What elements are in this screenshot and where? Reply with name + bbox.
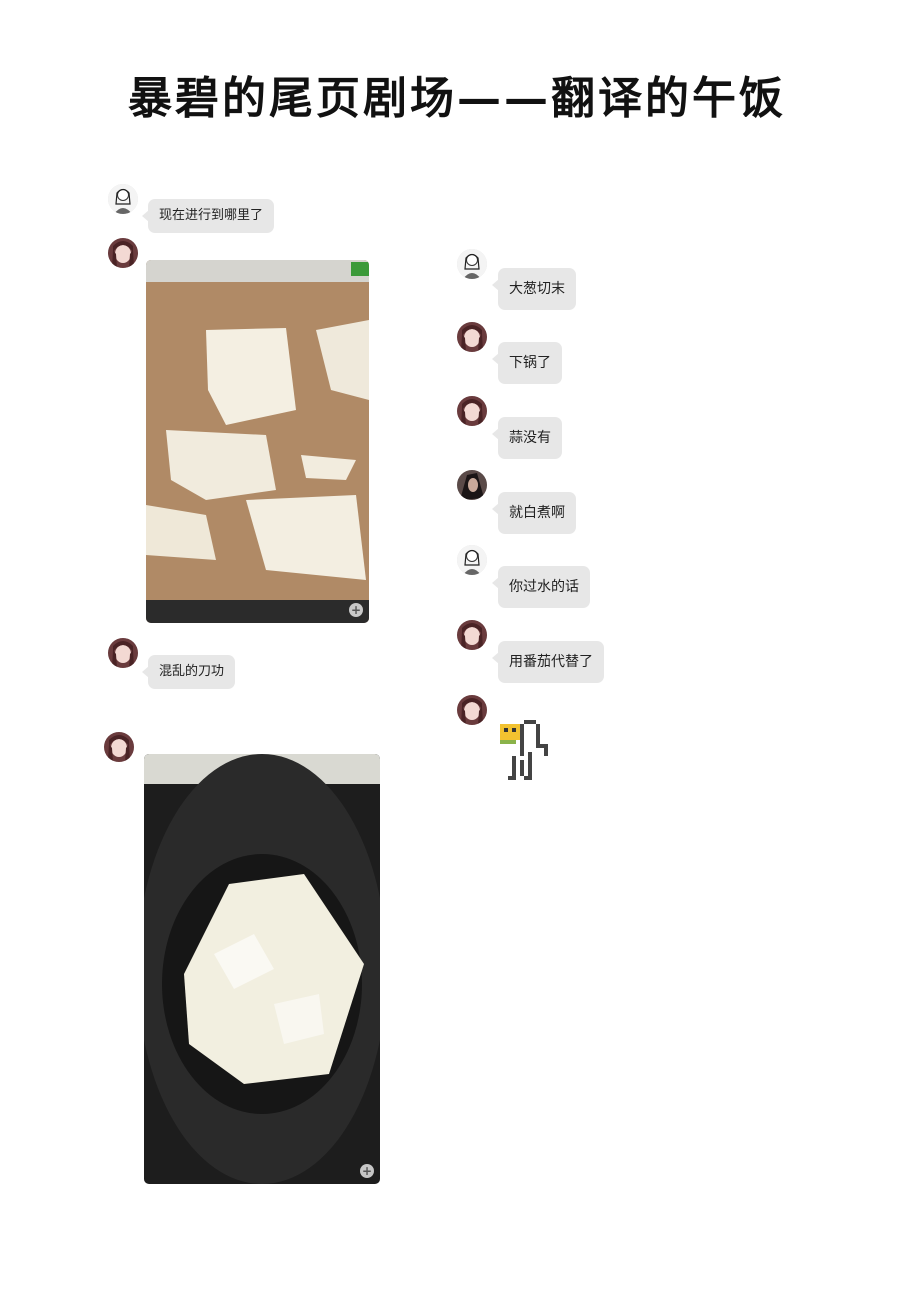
message-text: 下锅了 (509, 355, 551, 371)
expand-icon[interactable]: + (349, 603, 363, 617)
avatar-girl[interactable] (457, 620, 487, 650)
message-text: 你过水的话 (509, 579, 579, 595)
avatar-sketch[interactable] (457, 249, 487, 279)
avatar-sketch[interactable] (108, 184, 138, 214)
chat-bubble: 就白煮啊 (492, 492, 576, 534)
message-text: 蒜没有 (509, 430, 551, 446)
message-text: 混乱的刀功 (159, 664, 225, 679)
page-title: 暴碧的尾页剧场——翻译的午饭 (128, 73, 786, 124)
message-text: 现在进行到哪里了 (159, 208, 264, 223)
chat-bubble: 现在进行到哪里了 (141, 199, 275, 233)
avatar-dark[interactable] (457, 470, 487, 500)
avatar-girl[interactable] (104, 732, 134, 762)
tofu-on-cutting-board-photo[interactable]: + (146, 260, 369, 623)
message-text: 大葱切末 (509, 281, 565, 297)
expand-icon[interactable]: + (360, 1164, 374, 1178)
avatar-girl[interactable] (108, 638, 138, 668)
chat-bubble: 下锅了 (492, 342, 562, 384)
chat-bubble: 混乱的刀功 (141, 655, 236, 689)
tofu-in-wok-photo[interactable]: + (144, 754, 380, 1184)
avatar-girl[interactable] (457, 695, 487, 725)
message-text: 用番茄代替了 (509, 654, 593, 670)
chat-bubble: 你过水的话 (492, 566, 590, 608)
message-text: 就白煮啊 (509, 505, 565, 521)
avatar-girl[interactable] (108, 238, 138, 268)
chat-bubble: 蒜没有 (492, 417, 562, 459)
pixel-cat-sticker[interactable] (496, 720, 560, 784)
avatar-sketch[interactable] (457, 545, 487, 575)
chat-bubble: 大葱切末 (492, 268, 576, 310)
chat-bubble: 用番茄代替了 (492, 641, 604, 683)
avatar-girl[interactable] (457, 396, 487, 426)
avatar-girl[interactable] (457, 322, 487, 352)
